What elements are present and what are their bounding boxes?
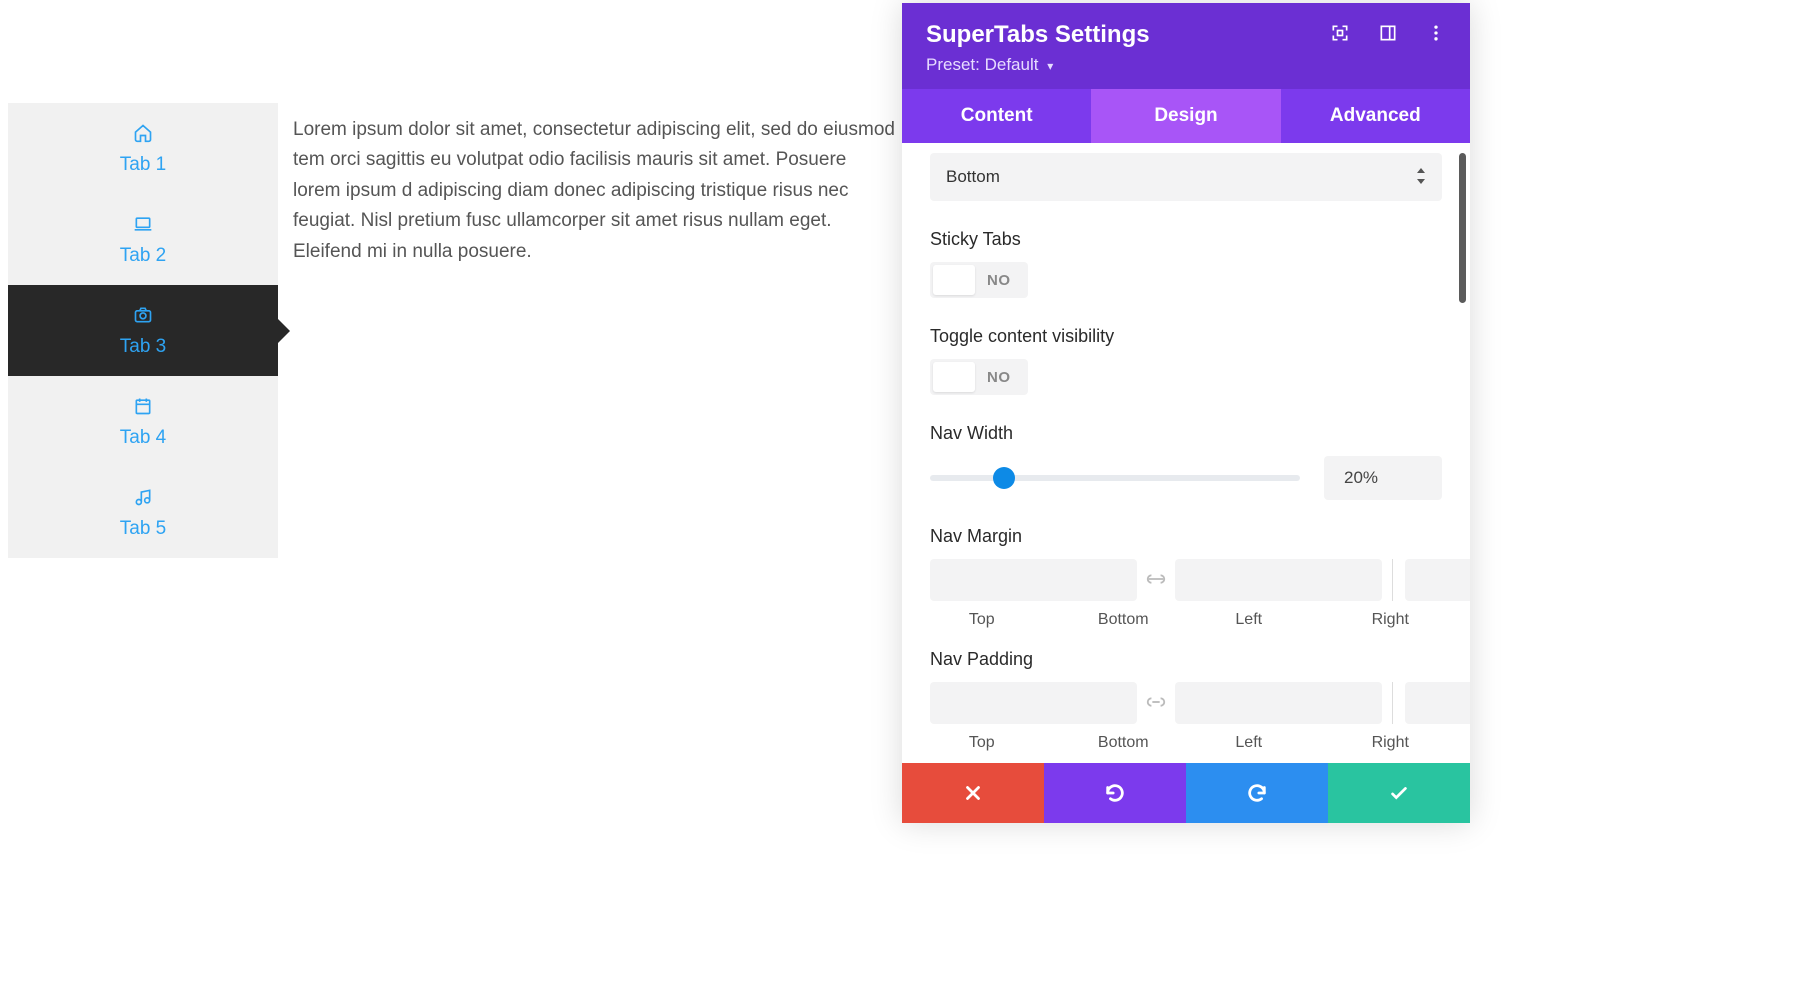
redo-button[interactable] <box>1186 763 1328 823</box>
tab-item-3[interactable]: Tab 3 <box>8 285 278 376</box>
toggle-knob <box>933 265 975 295</box>
tab-item-4[interactable]: Tab 4 <box>8 376 278 467</box>
laptop-icon <box>132 213 154 235</box>
tab-label: Tab 4 <box>120 427 166 449</box>
panel-body: Bottom Sticky Tabs NO Toggle content vis… <box>902 143 1470 763</box>
padding-right-label: Right <box>1339 734 1443 752</box>
margin-bottom-label: Bottom <box>1072 611 1176 629</box>
panel-header: SuperTabs Settings Preset: Default ▾ <box>902 3 1470 89</box>
tab-label: Tab 1 <box>120 154 166 176</box>
margin-top-label: Top <box>930 611 1034 629</box>
tab-label: Tab 3 <box>120 336 166 358</box>
tab-item-5[interactable]: Tab 5 <box>8 467 278 558</box>
padding-top-label: Top <box>930 734 1034 752</box>
link-icon[interactable] <box>1145 696 1167 711</box>
home-icon <box>132 122 154 144</box>
padding-top-input[interactable] <box>930 682 1137 724</box>
scrollbar[interactable] <box>1459 153 1466 303</box>
link-icon[interactable] <box>1145 573 1167 588</box>
slider-thumb[interactable] <box>993 467 1015 489</box>
tab-advanced-settings[interactable]: Advanced <box>1281 89 1470 143</box>
tab-label: Tab 5 <box>120 518 166 540</box>
tab-content-settings[interactable]: Content <box>902 89 1091 143</box>
padding-bottom-input[interactable] <box>1175 682 1382 724</box>
sticky-tabs-label: Sticky Tabs <box>930 229 1442 250</box>
margin-bottom-input[interactable] <box>1175 559 1382 601</box>
panel-tabs: Content Design Advanced <box>902 89 1470 143</box>
sticky-tabs-toggle[interactable]: NO <box>930 262 1028 298</box>
margin-right-label: Right <box>1339 611 1443 629</box>
padding-bottom-label: Bottom <box>1072 734 1176 752</box>
preview-area: Tab 1 Tab 2 Tab 3 Tab 4 Tab 5 <box>8 103 898 558</box>
tab-nav: Tab 1 Tab 2 Tab 3 Tab 4 Tab 5 <box>8 103 278 558</box>
nav-padding-label: Nav Padding <box>930 649 1442 670</box>
expand-icon[interactable] <box>1330 23 1350 48</box>
tab-label: Tab 2 <box>120 245 166 267</box>
settings-panel: SuperTabs Settings Preset: Default ▾ Con… <box>902 3 1470 823</box>
camera-icon <box>132 304 154 326</box>
cancel-button[interactable] <box>902 763 1044 823</box>
toggle-content-toggle[interactable]: NO <box>930 359 1028 395</box>
toggle-content-label: Toggle content visibility <box>930 326 1442 347</box>
position-dropdown[interactable]: Bottom <box>930 153 1442 201</box>
preset-selector[interactable]: Preset: Default ▾ <box>926 55 1446 75</box>
music-icon <box>132 486 154 508</box>
tab-content: Lorem ipsum dolor sit amet, consectetur … <box>278 103 898 558</box>
save-button[interactable] <box>1328 763 1470 823</box>
tab-item-2[interactable]: Tab 2 <box>8 194 278 285</box>
more-icon[interactable] <box>1426 23 1446 48</box>
calendar-icon <box>132 395 154 417</box>
chevron-down-icon: ▾ <box>1047 59 1053 73</box>
undo-button[interactable] <box>1044 763 1186 823</box>
toggle-knob <box>933 362 975 392</box>
nav-width-slider[interactable] <box>930 475 1300 481</box>
tab-item-1[interactable]: Tab 1 <box>8 103 278 194</box>
panel-layout-icon[interactable] <box>1378 23 1398 48</box>
margin-top-input[interactable] <box>930 559 1137 601</box>
margin-left-input[interactable] <box>1405 559 1470 601</box>
select-caret-icon <box>1416 168 1426 187</box>
panel-title: SuperTabs Settings <box>926 21 1150 49</box>
margin-left-label: Left <box>1197 611 1301 629</box>
padding-left-label: Left <box>1197 734 1301 752</box>
padding-left-input[interactable] <box>1405 682 1470 724</box>
nav-width-label: Nav Width <box>930 423 1442 444</box>
panel-footer <box>902 763 1470 823</box>
nav-margin-label: Nav Margin <box>930 526 1442 547</box>
nav-width-value[interactable]: 20% <box>1324 456 1442 500</box>
tab-design-settings[interactable]: Design <box>1091 89 1280 143</box>
